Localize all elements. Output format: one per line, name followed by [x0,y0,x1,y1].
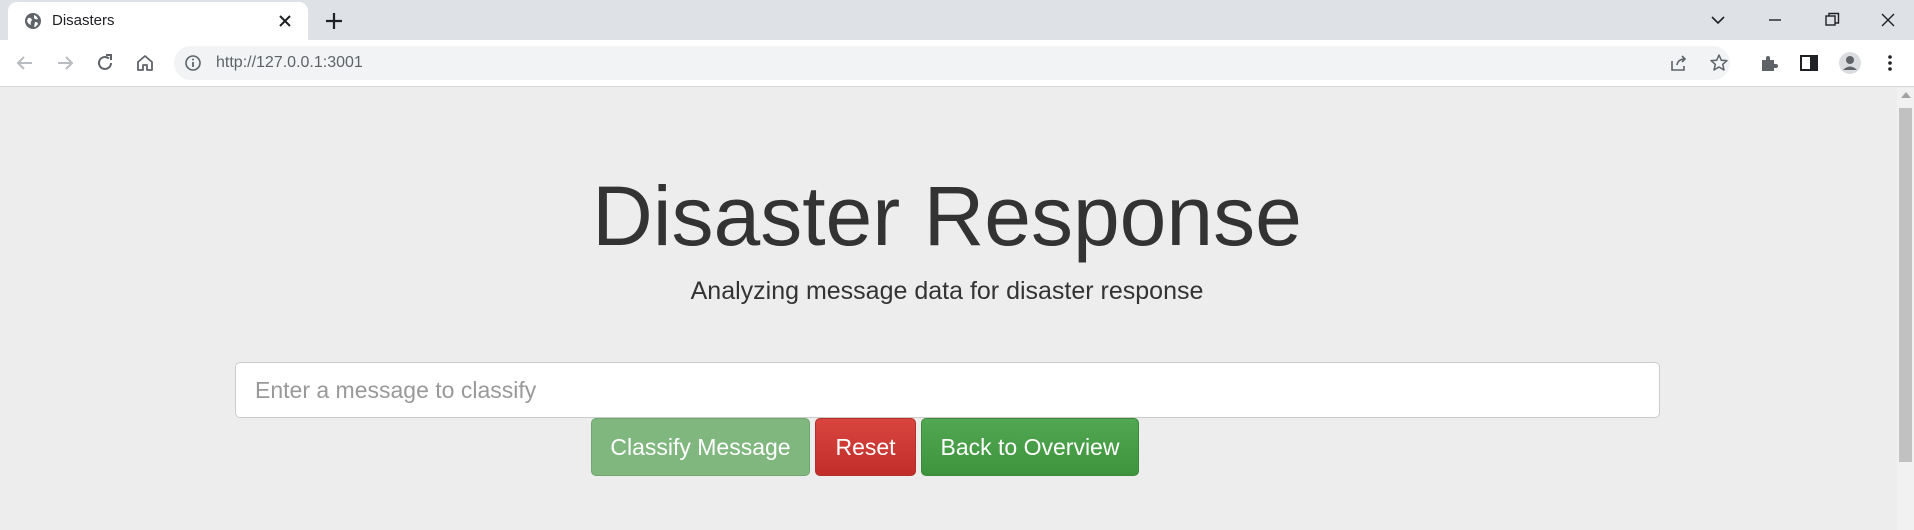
new-tab-icon[interactable] [322,9,346,33]
kebab-menu-icon[interactable] [1878,51,1902,75]
address-bar[interactable]: http://127.0.0.1:3001 [174,46,1730,80]
site-info-icon[interactable] [184,54,202,72]
profile-avatar-icon[interactable] [1838,51,1862,75]
minimize-icon[interactable] [1761,6,1789,34]
home-icon[interactable] [133,51,157,75]
restore-icon[interactable] [1818,6,1846,34]
reset-button[interactable]: Reset [815,418,916,476]
back-to-overview-button[interactable]: Back to Overview [921,418,1139,476]
page-title: Disaster Response [592,169,1302,263]
browser-tab-strip: Disasters [0,0,1914,40]
side-panel-icon[interactable] [1797,51,1821,75]
scrollbar-thumb[interactable] [1899,108,1912,462]
page-subtitle: Analyzing message data for disaster resp… [690,277,1204,305]
classify-message-button[interactable]: Classify Message [591,418,810,476]
back-arrow-icon[interactable] [13,51,37,75]
url-text: http://127.0.0.1:3001 [216,54,363,71]
reload-icon[interactable] [93,51,117,75]
share-icon[interactable] [1669,53,1689,73]
close-window-icon[interactable] [1874,6,1902,34]
forward-arrow-icon[interactable] [53,51,77,75]
message-input[interactable] [235,362,1660,418]
scroll-up-arrow-icon[interactable] [1901,92,1911,98]
browser-tab[interactable]: Disasters [8,2,308,40]
extensions-puzzle-icon[interactable] [1757,51,1781,75]
tab-search-chevron-icon[interactable] [1704,6,1732,34]
close-tab-icon[interactable] [276,12,294,30]
vertical-scrollbar[interactable] [1897,88,1914,530]
bookmark-star-icon[interactable] [1709,53,1729,73]
tab-title: Disasters [52,12,115,29]
globe-icon [25,13,41,29]
browser-toolbar: http://127.0.0.1:3001 [0,40,1914,87]
